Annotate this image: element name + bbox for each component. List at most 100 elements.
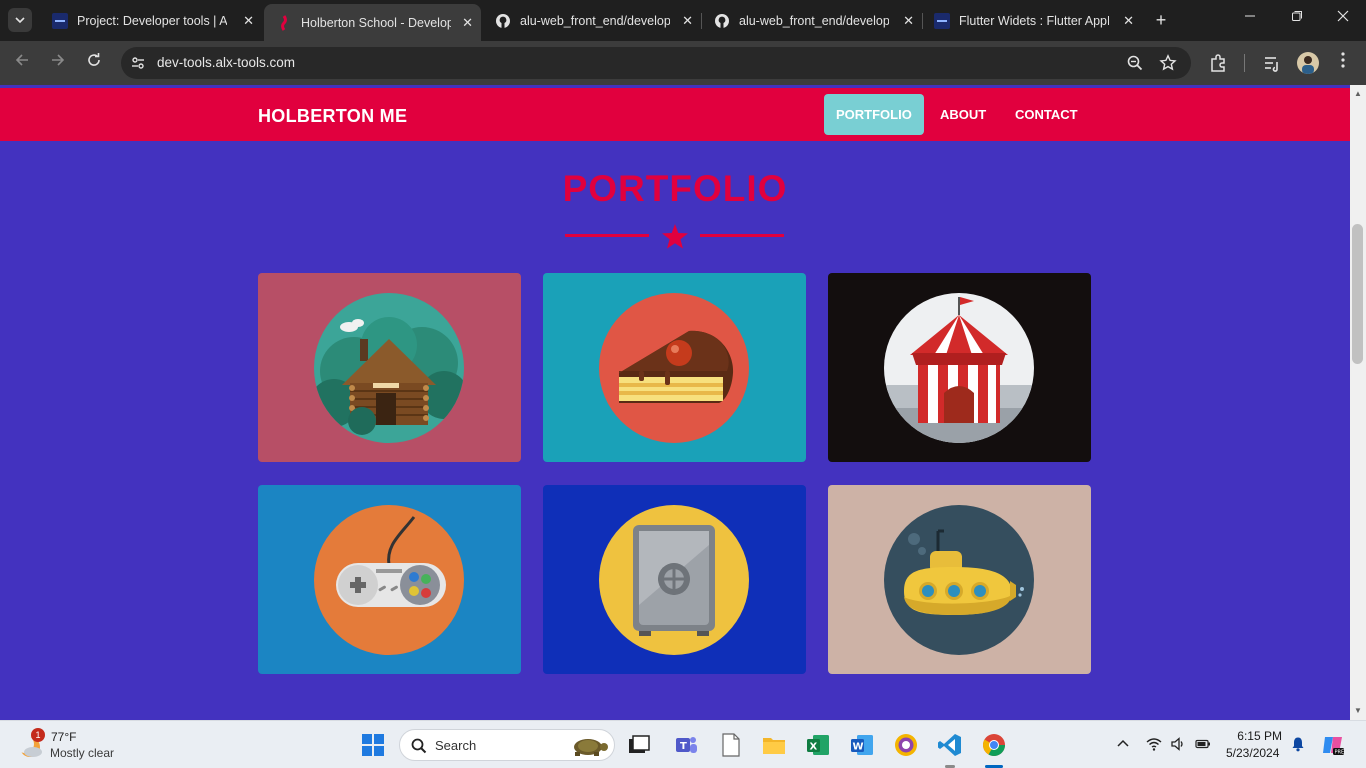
tab-close-icon[interactable]: ✕: [682, 13, 693, 29]
teams-icon[interactable]: T: [673, 732, 699, 758]
copilot-icon[interactable]: PRE: [1321, 733, 1345, 757]
notepad-icon[interactable]: [718, 732, 744, 758]
tab-title: Flutter Widets : Flutter AppBar: [959, 13, 1109, 28]
forward-button[interactable]: [47, 52, 69, 74]
tab-search-button[interactable]: [8, 8, 32, 32]
chevron-up-icon[interactable]: [1115, 736, 1131, 752]
circus-tent-icon: [884, 297, 1034, 443]
zoom-icon[interactable]: [1126, 54, 1144, 72]
submarine-illustration: [884, 505, 1034, 655]
tab-close-icon[interactable]: ✕: [462, 15, 473, 31]
media-controls-icon[interactable]: [1262, 53, 1282, 73]
weather-description: Mostly clear: [50, 746, 115, 760]
word-icon[interactable]: W: [849, 732, 875, 758]
cabin-illustration: [314, 293, 464, 443]
scroll-up-arrow-icon[interactable]: ▲: [1353, 89, 1363, 98]
clock-date: 5/23/2024: [1226, 746, 1280, 760]
section-title: PORTFOLIO: [562, 168, 788, 209]
restore-icon: [1292, 11, 1302, 21]
taskbar-search[interactable]: Search: [399, 729, 615, 761]
browser-tab-4[interactable]: alu-web_front_end/developer ✕: [702, 6, 922, 35]
windows-start-icon[interactable]: [360, 732, 386, 758]
nav-contact[interactable]: CONTACT: [1003, 94, 1090, 135]
svg-text:PRE: PRE: [1335, 750, 1345, 756]
wifi-icon[interactable]: [1146, 736, 1162, 752]
volume-icon[interactable]: [1170, 736, 1186, 752]
chrome-icon[interactable]: [981, 732, 1007, 758]
arrow-right-icon: [52, 54, 65, 66]
portfolio-item-cake[interactable]: [543, 273, 806, 462]
scroll-down-arrow-icon[interactable]: ▼: [1353, 706, 1363, 715]
tab-title: Project: Developer tools | ALX: [77, 13, 227, 28]
page-scrollbar[interactable]: [1350, 85, 1366, 720]
alx-favicon-icon: [52, 12, 68, 29]
minimize-button[interactable]: [1240, 10, 1260, 25]
search-label: Search: [435, 738, 477, 753]
file-explorer-icon[interactable]: [761, 732, 787, 758]
clock-time: 6:15 PM: [1237, 729, 1282, 743]
portfolio-item-cabin[interactable]: [258, 273, 521, 462]
cake-illustration: [599, 293, 749, 443]
game-controller-illustration: [314, 505, 464, 655]
browser-tab-2[interactable]: Holberton School - Developer tools ✕: [264, 4, 481, 41]
vscode-icon[interactable]: [937, 732, 963, 758]
star-icon: [662, 224, 688, 249]
close-icon: [1337, 10, 1349, 22]
holberton-favicon-icon: [281, 14, 287, 31]
browser-tab-1[interactable]: Project: Developer tools | ALX ✕: [40, 6, 262, 35]
portfolio-item-safe[interactable]: [543, 485, 806, 674]
search-icon: [411, 738, 427, 754]
weather-badge: 1: [31, 728, 45, 742]
portfolio-item-circus-tent[interactable]: [828, 273, 1091, 462]
task-view-icon[interactable]: [626, 732, 652, 758]
cabin-icon: [314, 317, 464, 435]
nav-about[interactable]: ABOUT: [928, 94, 998, 135]
restore-button[interactable]: [1287, 10, 1307, 25]
scrollbar-thumb[interactable]: [1352, 224, 1363, 364]
tab-close-icon[interactable]: ✕: [243, 13, 254, 29]
browser-menu-button[interactable]: [1332, 52, 1354, 74]
ubuntu-app-icon[interactable]: [893, 732, 919, 758]
alx-favicon-icon: [934, 12, 950, 29]
tab-close-icon[interactable]: ✕: [903, 13, 914, 29]
arrow-left-icon: [15, 54, 28, 66]
excel-icon[interactable]: X: [805, 732, 831, 758]
notification-bell-icon[interactable]: [1290, 736, 1306, 752]
address-bar[interactable]: dev-tools.alx-tools.com: [121, 47, 1191, 79]
github-favicon-icon: [496, 13, 510, 28]
site-header: HOLBERTON ME PORTFOLIO ABOUT CONTACT: [0, 88, 1350, 141]
site-settings-icon: [132, 57, 144, 69]
tab-title: alu-web_front_end/developer: [520, 13, 670, 28]
circus-tent-illustration: [884, 293, 1034, 443]
submarine-icon: [904, 529, 1024, 615]
github-favicon-icon: [715, 13, 729, 28]
web-page: HOLBERTON ME PORTFOLIO ABOUT CONTACT POR…: [0, 85, 1350, 720]
battery-icon[interactable]: [1195, 736, 1211, 752]
toolbar-separator: [1244, 54, 1245, 72]
safe-icon: [633, 525, 715, 636]
browser-tab-5[interactable]: Flutter Widets : Flutter AppBar ✕: [922, 6, 1142, 35]
tab-title: Holberton School - Developer tools: [301, 15, 451, 30]
bookmark-star-icon[interactable]: [1159, 54, 1177, 72]
profile-avatar[interactable]: [1297, 52, 1319, 74]
extensions-icon[interactable]: [1208, 53, 1228, 73]
url-text[interactable]: dev-tools.alx-tools.com: [157, 55, 295, 70]
weather-widget[interactable]: 1 77°F Mostly clear: [0, 721, 130, 768]
back-button[interactable]: [11, 52, 33, 74]
minimize-icon: [1245, 15, 1255, 17]
portfolio-item-submarine[interactable]: [828, 485, 1091, 674]
title-divider-right: [700, 234, 784, 237]
close-window-button[interactable]: [1333, 10, 1353, 25]
tab-close-icon[interactable]: ✕: [1123, 13, 1134, 29]
more-vertical-icon: [1341, 52, 1345, 68]
reload-button[interactable]: [83, 52, 105, 74]
nav-portfolio[interactable]: PORTFOLIO: [824, 94, 924, 135]
portfolio-item-game-controller[interactable]: [258, 485, 521, 674]
browser-tab-3[interactable]: alu-web_front_end/developer ✕: [483, 6, 701, 35]
reload-icon: [88, 53, 100, 66]
turtle-search-highlight-icon: [574, 739, 608, 756]
site-brand[interactable]: HOLBERTON ME: [258, 106, 407, 127]
avatar-icon: [1302, 56, 1314, 74]
title-divider-left: [565, 234, 649, 237]
new-tab-button[interactable]: +: [1151, 9, 1171, 31]
